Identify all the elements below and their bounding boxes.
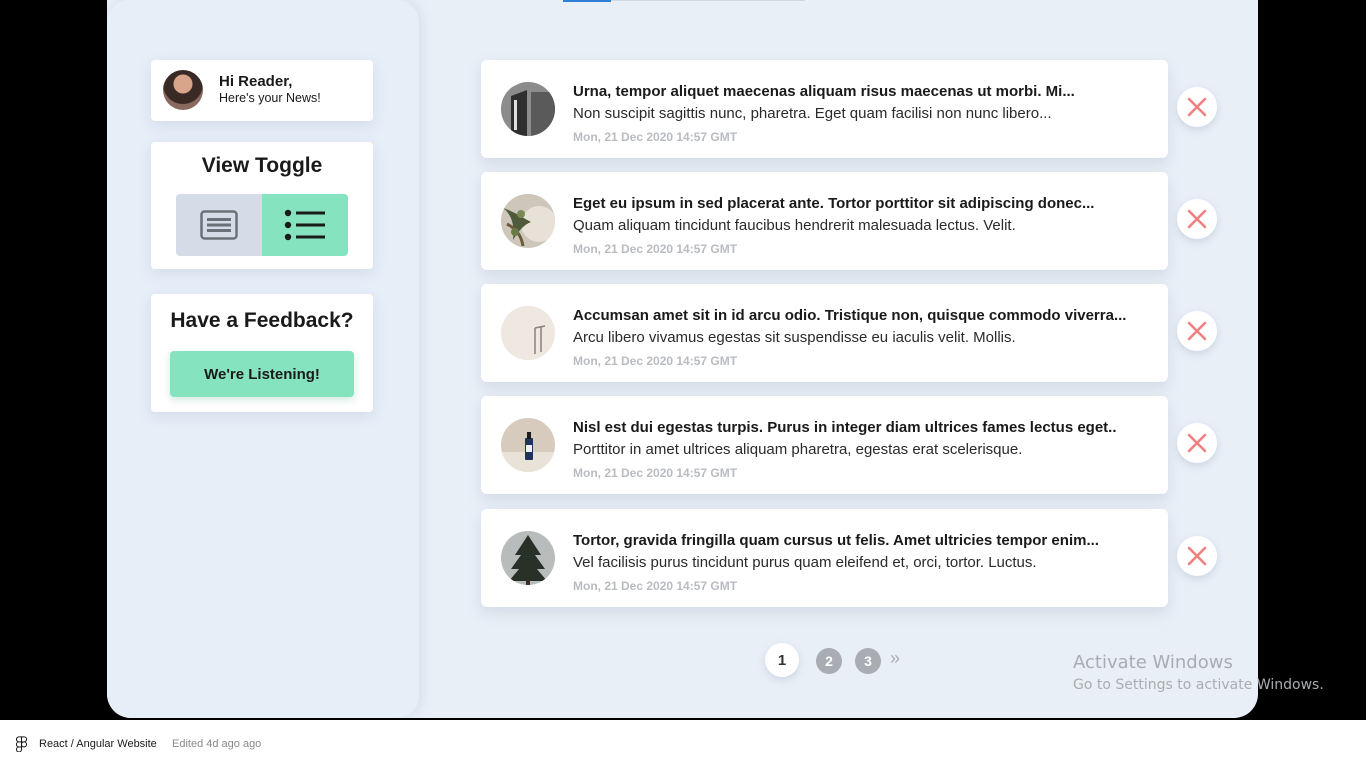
greeting-card: Hi Reader, Here's your News! [151, 60, 373, 121]
dismiss-news-button[interactable] [1177, 87, 1217, 127]
news-thumbnail [501, 82, 555, 136]
news-body: Porttitor in amet ultrices aliquam phare… [573, 441, 1023, 458]
news-date: Mon, 21 Dec 2020 14:57 GMT [573, 242, 738, 256]
card-view-icon [200, 210, 238, 240]
news-body: Arcu libero vivamus egestas sit suspendi… [573, 329, 1016, 346]
close-icon [1187, 546, 1207, 566]
top-tab-track [611, 0, 805, 1]
news-title: Urna, tempor aliquet maecenas aliquam ri… [573, 83, 1075, 100]
close-icon [1187, 97, 1207, 117]
card-view-button[interactable] [176, 194, 262, 256]
news-title: Accumsan amet sit in id arcu odio. Trist… [573, 307, 1127, 324]
news-thumbnail [501, 306, 555, 360]
sidebar: Hi Reader, Here's your News! View Toggle [107, 0, 419, 718]
page-button[interactable]: 2 [816, 648, 842, 674]
page-button-current[interactable]: 1 [765, 643, 799, 677]
file-title-link[interactable]: React / Angular Website [39, 738, 157, 750]
news-card[interactable]: Eget eu ipsum in sed placerat ante. Tort… [481, 172, 1168, 270]
news-date: Mon, 21 Dec 2020 14:57 GMT [573, 579, 738, 593]
page-button[interactable]: 3 [855, 648, 881, 674]
dismiss-news-button[interactable] [1177, 199, 1217, 239]
watermark-subtitle: Go to Settings to activate Windows. [1073, 677, 1324, 693]
news-body: Vel facilisis purus tincidunt purus quam… [573, 554, 1037, 571]
dismiss-news-button[interactable] [1177, 536, 1217, 576]
view-toggle-title: View Toggle [201, 154, 323, 177]
close-icon [1187, 433, 1207, 453]
view-toggle-card: View Toggle [151, 142, 373, 269]
news-thumbnail [501, 194, 555, 248]
news-title: Tortor, gravida fringilla quam cursus ut… [573, 532, 1099, 549]
tree-photo-icon [501, 531, 555, 585]
news-card[interactable]: Nisl est dui egestas turpis. Purus in in… [481, 396, 1168, 494]
list-view-icon [284, 209, 325, 241]
building-photo-icon [501, 82, 555, 136]
watermark-title: Activate Windows [1073, 652, 1233, 673]
plant-photo-icon [501, 194, 555, 248]
feedback-card: Have a Feedback? We're Listening! [151, 294, 373, 412]
edited-status: Edited 4d ago ago [172, 738, 262, 750]
top-tab-active-indicator [563, 0, 611, 2]
news-card[interactable]: Tortor, gravida fringilla quam cursus ut… [481, 509, 1168, 607]
activate-windows-watermark: Activate Windows Go to Settings to activ… [1073, 652, 1324, 693]
close-icon [1187, 321, 1207, 341]
news-title: Nisl est dui egestas turpis. Purus in in… [573, 419, 1117, 436]
greeting-subtitle: Here's your News! [219, 91, 321, 105]
news-thumbnail [501, 418, 555, 472]
news-date: Mon, 21 Dec 2020 14:57 GMT [573, 466, 738, 480]
news-card[interactable]: Accumsan amet sit in id arcu odio. Trist… [481, 284, 1168, 382]
news-title: Eget eu ipsum in sed placerat ante. Tort… [573, 195, 1095, 212]
list-view-button[interactable] [262, 194, 348, 256]
close-icon [1187, 209, 1207, 229]
view-toggle-group [176, 194, 348, 256]
app-stage: Hi Reader, Here's your News! View Toggle [0, 0, 1366, 720]
news-body: Quam aliquam tincidunt faucibus hendreri… [573, 217, 1016, 234]
news-card[interactable]: Urna, tempor aliquet maecenas aliquam ri… [481, 60, 1168, 158]
greeting-title: Hi Reader, [219, 73, 293, 90]
figma-icon[interactable] [15, 736, 28, 752]
bottle-photo-icon [501, 418, 555, 472]
wall-photo-icon [501, 306, 555, 360]
dismiss-news-button[interactable] [1177, 311, 1217, 351]
news-date: Mon, 21 Dec 2020 14:57 GMT [573, 130, 738, 144]
feedback-title: Have a Feedback? [170, 309, 354, 332]
feedback-button[interactable]: We're Listening! [170, 351, 354, 397]
news-date: Mon, 21 Dec 2020 14:57 GMT [573, 354, 738, 368]
news-thumbnail [501, 531, 555, 585]
app-frame: Hi Reader, Here's your News! View Toggle [107, 0, 1258, 718]
dismiss-news-button[interactable] [1177, 423, 1217, 463]
news-body: Non suscipit sagittis nunc, pharetra. Eg… [573, 105, 1052, 122]
avatar [163, 70, 203, 110]
next-page-button[interactable]: » [890, 648, 900, 669]
